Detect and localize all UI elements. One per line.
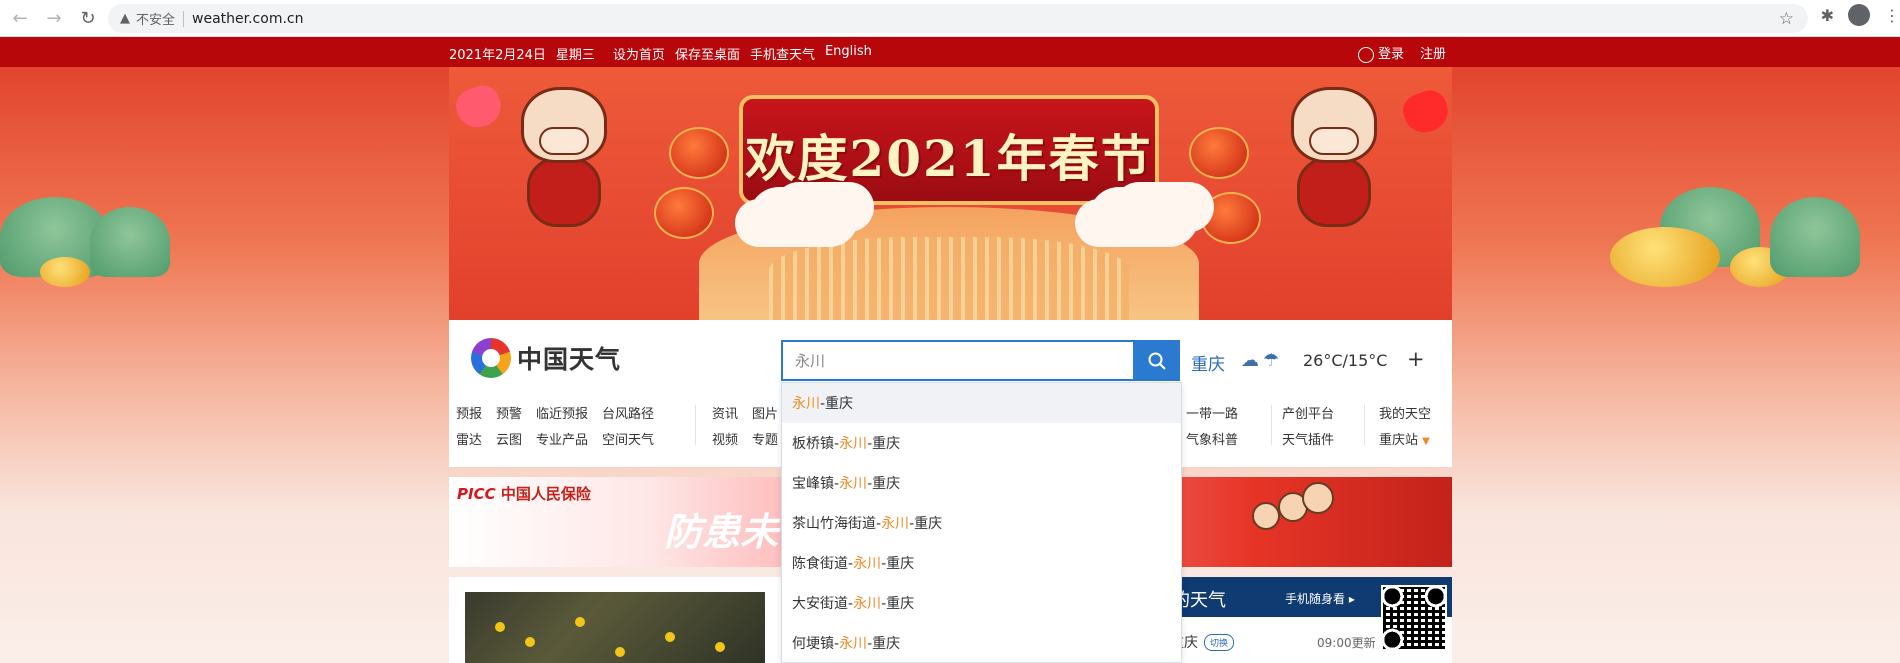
nav-video[interactable]: 视频 bbox=[712, 429, 738, 448]
family-illustration bbox=[1252, 482, 1362, 567]
nav-divider bbox=[695, 405, 696, 445]
nav-platform[interactable]: 产创平台 bbox=[1282, 403, 1334, 422]
right-decoration bbox=[1600, 67, 1900, 327]
nav-cloud-image[interactable]: 云图 bbox=[496, 429, 522, 448]
nav-science[interactable]: 气象科普 bbox=[1186, 429, 1238, 448]
logo-icon bbox=[471, 338, 511, 378]
cloud-decoration bbox=[1089, 187, 1199, 247]
weather-panel: 的天气 手机随身看 ▸ 重庆 切换 09:00更新 bbox=[1168, 577, 1452, 663]
menu-icon[interactable]: ⋮ bbox=[1884, 6, 1900, 25]
new-year-banner[interactable]: 欢度2021年春节 bbox=[449, 67, 1452, 320]
suggestion-item[interactable]: 永川 -重庆 bbox=[782, 383, 1181, 423]
search-button[interactable] bbox=[1133, 340, 1180, 381]
nav-forecast[interactable]: 预报 bbox=[456, 403, 482, 422]
suggestion-item[interactable]: 大安街道- 永川 -重庆 bbox=[782, 583, 1181, 623]
cloud-decoration bbox=[749, 187, 859, 247]
warning-icon: ▲ bbox=[120, 11, 130, 26]
nav-plugin[interactable]: 天气插件 bbox=[1282, 429, 1334, 448]
profile-avatar-icon[interactable] bbox=[1848, 4, 1870, 26]
nav-news[interactable]: 资讯 bbox=[712, 403, 738, 422]
link-set-homepage[interactable]: 设为首页 bbox=[613, 44, 665, 63]
nav-divider bbox=[1271, 405, 1272, 445]
search-input[interactable] bbox=[781, 340, 1133, 381]
suggestion-item[interactable]: 宝峰镇- 永川 -重庆 bbox=[782, 463, 1181, 503]
nav-belt-road[interactable]: 一带一路 bbox=[1186, 403, 1238, 422]
browser-toolbar: ← → ↻ ▲ 不安全 weather.com.cn ☆ ✱ ⋮ bbox=[0, 0, 1900, 37]
search-suggestions: 永川 -重庆 板桥镇- 永川 -重庆 宝峰镇- 永川 -重庆 茶山竹海街道- 永川 -重庆 陈… bbox=[781, 382, 1182, 663]
nav-radar[interactable]: 雷达 bbox=[456, 429, 482, 448]
link-english[interactable]: English bbox=[825, 44, 872, 63]
date-text: 2021年2月24日 bbox=[449, 48, 546, 63]
ad-slogan: 防患未 bbox=[664, 510, 779, 554]
reload-icon[interactable]: ↻ bbox=[74, 4, 102, 32]
lantern-icon bbox=[669, 127, 729, 179]
weather-cloud-icon: ☁☂ bbox=[1241, 350, 1284, 371]
red-envelope-icon bbox=[1398, 85, 1452, 139]
weekday-text: 星期三 bbox=[555, 48, 595, 63]
search-box bbox=[781, 340, 1180, 381]
news-photo[interactable] bbox=[465, 592, 765, 663]
ox-mascot-right bbox=[1279, 77, 1389, 247]
top-bar: 2021年2月24日 星期三 设为首页 保存至桌面 手机查天气 English … bbox=[0, 37, 1900, 67]
url-text: weather.com.cn bbox=[192, 10, 304, 27]
suggestion-item[interactable]: 板桥镇- 永川 -重庆 bbox=[782, 423, 1181, 463]
extensions-icon[interactable]: ✱ bbox=[1821, 6, 1834, 25]
current-city[interactable]: 重庆 bbox=[1191, 350, 1225, 375]
browser-actions: ✱ ⋮ bbox=[1821, 4, 1900, 26]
lantern-icon bbox=[1201, 192, 1261, 244]
add-city-button[interactable]: + bbox=[1407, 347, 1425, 371]
ad-brand: PICC 中国人民保险 bbox=[457, 485, 591, 503]
nav-space-weather[interactable]: 空间天气 bbox=[602, 429, 654, 448]
nav-my-sky[interactable]: 我的天空 bbox=[1379, 403, 1431, 422]
switch-city-button[interactable]: 切换 bbox=[1204, 633, 1235, 651]
banner-title: 欢度2021年春节 bbox=[745, 129, 1153, 188]
qr-code bbox=[1381, 585, 1447, 651]
nav-pictures[interactable]: 图片 bbox=[752, 403, 778, 422]
nav-city-station[interactable]: 重庆站 ▼ bbox=[1379, 429, 1430, 448]
nav-divider bbox=[1364, 405, 1365, 445]
logo-text: 中国天气 bbox=[517, 345, 622, 374]
search-icon bbox=[1148, 352, 1166, 370]
suggestion-item[interactable]: 陈食街道- 永川 -重庆 bbox=[782, 543, 1181, 583]
address-bar[interactable]: ▲ 不安全 weather.com.cn ☆ bbox=[108, 4, 1808, 33]
back-icon[interactable]: ← bbox=[6, 4, 34, 32]
nav-topics[interactable]: 专题 bbox=[752, 429, 778, 448]
nav-typhoon[interactable]: 台风路径 bbox=[602, 403, 654, 422]
security-label: 不安全 bbox=[136, 13, 176, 28]
site-logo[interactable]: 中国天气 bbox=[471, 338, 621, 378]
lantern-icon bbox=[1189, 127, 1249, 179]
link-mobile-weather[interactable]: 手机查天气 bbox=[750, 44, 815, 63]
stage-lines bbox=[769, 237, 1129, 320]
dropdown-triangle-icon: ▼ bbox=[1422, 436, 1430, 447]
left-decoration bbox=[0, 67, 240, 307]
suggestion-item[interactable]: 何埂镇- 永川 -重庆 bbox=[782, 623, 1181, 662]
bookmark-star-icon[interactable]: ☆ bbox=[1779, 9, 1794, 29]
nav-warning[interactable]: 预警 bbox=[496, 403, 522, 422]
ox-mascot-left bbox=[509, 77, 619, 247]
forward-icon[interactable]: → bbox=[40, 4, 68, 32]
update-time: 09:00更新 bbox=[1317, 636, 1376, 650]
suggestion-item[interactable]: 茶山竹海街道- 永川 -重庆 bbox=[782, 503, 1181, 543]
lantern-icon bbox=[654, 187, 714, 239]
link-save-desktop[interactable]: 保存至桌面 bbox=[675, 44, 740, 63]
mobile-view-link[interactable]: 手机随身看 ▸ bbox=[1285, 590, 1355, 607]
user-icon bbox=[1358, 46, 1374, 63]
nav-nowcast[interactable]: 临近预报 bbox=[536, 403, 588, 422]
nav-products[interactable]: 专业产品 bbox=[536, 429, 588, 448]
register-link[interactable]: 注册 bbox=[1420, 43, 1446, 62]
login-link[interactable]: 登录 bbox=[1358, 43, 1404, 63]
divider bbox=[183, 10, 185, 27]
temperature: 26°C/15°C bbox=[1303, 351, 1388, 370]
heart-icon bbox=[451, 80, 507, 134]
